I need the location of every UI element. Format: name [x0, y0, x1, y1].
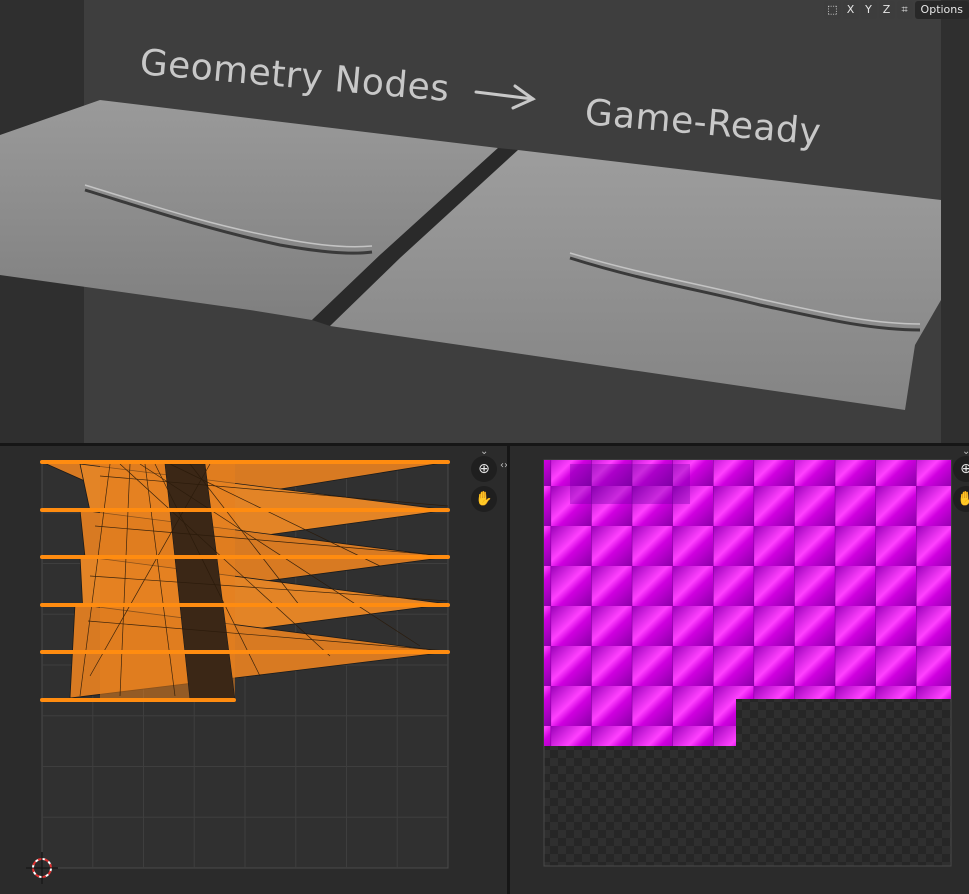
collapse-arrows-icon[interactable]: ‹› — [500, 460, 507, 471]
uv-editor[interactable]: ⌄ ⊕ ✋ ‹› — [0, 446, 507, 894]
3d-viewport[interactable]: Geometry Nodes Game-Ready ⬚ X Y Z ⌗ Opti… — [0, 0, 969, 443]
image-editor[interactable]: ⌄ ⊕ ✋ — [510, 446, 969, 894]
uv-canvas — [26, 460, 450, 884]
hand-icon[interactable]: ✋ — [471, 486, 497, 512]
viewport-header-right: ⬚ X Y Z ⌗ Options — [824, 0, 969, 20]
zoom-icon[interactable]: ⊕ — [471, 456, 497, 482]
camera-margin-right — [941, 0, 969, 443]
axis-x-toggle[interactable]: X — [842, 1, 859, 19]
image-canvas — [543, 459, 952, 867]
mirror-icon[interactable]: ⬚ — [824, 1, 841, 19]
options-dropdown[interactable]: Options — [914, 1, 969, 19]
snap-icon[interactable]: ⌗ — [896, 1, 913, 19]
axis-y-toggle[interactable]: Y — [860, 1, 877, 19]
axis-z-toggle[interactable]: Z — [878, 1, 895, 19]
